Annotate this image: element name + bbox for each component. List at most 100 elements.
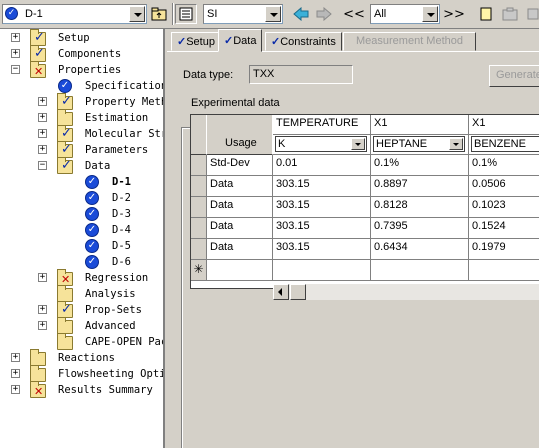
data-cell[interactable]: 0.7395 <box>371 218 469 239</box>
tree-item-cape-open[interactable]: CAPE-OPEN Packages <box>0 333 163 350</box>
nav-prev-button[interactable]: << <box>343 4 365 24</box>
tab-data[interactable]: ✓Data <box>218 29 263 52</box>
data-cell[interactable]: 0.1979 <box>469 239 539 260</box>
chevron-down-icon[interactable] <box>449 138 463 150</box>
tree-item-property-methods[interactable]: + ✓ Property Methods <box>0 93 163 110</box>
expand-icon[interactable]: + <box>11 49 20 58</box>
folder-up-icon[interactable] <box>148 4 170 24</box>
tree-item-d3[interactable]: ✓ D-3 <box>0 206 163 222</box>
tree-item-prop-sets[interactable]: + ✓ Prop-Sets <box>0 301 163 318</box>
component-select[interactable]: HEPTANE <box>373 136 465 152</box>
tree-item-specifications[interactable]: ✓ Specifications <box>0 78 163 94</box>
tree-item-d2[interactable]: ✓ D-2 <box>0 190 163 206</box>
tree-item-d4[interactable]: ✓ D-4 <box>0 222 163 238</box>
horizontal-scrollbar[interactable] <box>273 284 539 300</box>
expand-icon[interactable]: + <box>11 385 20 394</box>
tree-item-reactions[interactable]: + Reactions <box>0 349 163 366</box>
tree-item-d1[interactable]: ✓ D-1 <box>0 174 163 190</box>
tree-item-d6[interactable]: ✓ D-6 <box>0 254 163 270</box>
data-cell[interactable]: 0.1524 <box>469 218 539 239</box>
data-cell[interactable]: 0.8128 <box>371 197 469 218</box>
tree-item-estimation[interactable]: + Estimation <box>0 109 163 126</box>
expand-icon[interactable]: + <box>38 113 47 122</box>
data-cell[interactable]: 0.6434 <box>371 239 469 260</box>
expand-icon[interactable]: + <box>38 129 47 138</box>
usage-cell[interactable]: Data <box>207 197 273 218</box>
expand-icon[interactable]: + <box>11 369 20 378</box>
row-selector[interactable] <box>191 176 207 197</box>
expand-icon[interactable]: + <box>38 145 47 154</box>
data-cell[interactable]: 0.1% <box>469 155 539 176</box>
chevron-down-icon[interactable] <box>422 6 438 22</box>
folder-check-icon: ✓ <box>30 29 46 46</box>
data-cell[interactable]: 0.8897 <box>371 176 469 197</box>
tree-item-advanced[interactable]: + Advanced <box>0 317 163 334</box>
tree-item-label: Data <box>85 160 111 172</box>
list-view-icon[interactable] <box>175 4 197 24</box>
usage-cell[interactable]: Std-Dev <box>207 155 273 176</box>
expand-icon[interactable]: + <box>38 321 47 330</box>
data-cell[interactable]: 0.0506 <box>469 176 539 197</box>
units-combo[interactable]: SI <box>203 4 283 24</box>
scroll-thumb[interactable] <box>290 284 306 300</box>
tree-item-flowsheeting-options[interactable]: + Flowsheeting Options <box>0 365 163 382</box>
new-row-icon[interactable]: ✳ <box>191 260 207 281</box>
data-cell[interactable]: 303.15 <box>273 239 371 260</box>
experimental-data-grid[interactable]: Usage TEMPERATURE X1 X1 K HEPTANE BENZEN… <box>190 114 539 289</box>
usage-cell[interactable]: Data <box>207 176 273 197</box>
item-combo[interactable]: ✓ D-1 <box>2 4 147 24</box>
nav-next-button[interactable]: >> <box>443 4 465 24</box>
expand-icon[interactable]: + <box>11 353 20 362</box>
tree-item-molecular-structure[interactable]: + ✓ Molecular Structure <box>0 125 163 142</box>
back-arrow-icon[interactable] <box>290 4 312 24</box>
data-cell[interactable] <box>273 260 371 281</box>
data-cell[interactable]: 303.15 <box>273 197 371 218</box>
component-select[interactable]: BENZENE <box>471 136 539 152</box>
row-selector[interactable] <box>191 218 207 239</box>
filter-combo[interactable]: All <box>370 4 440 24</box>
tree-item-analysis[interactable]: Analysis <box>0 285 163 302</box>
data-cell[interactable] <box>371 260 469 281</box>
usage-cell[interactable] <box>207 260 273 281</box>
tool-icon <box>499 4 521 24</box>
collapse-icon[interactable]: − <box>11 65 20 74</box>
row-selector[interactable] <box>191 239 207 260</box>
data-cell[interactable]: 0.01 <box>273 155 371 176</box>
row-selector[interactable] <box>191 155 207 176</box>
tab-constraints[interactable]: ✓Constraints <box>265 32 342 51</box>
data-cell[interactable]: 0.1% <box>371 155 469 176</box>
folder-check-icon: ✓ <box>57 125 73 142</box>
tree-item-setup[interactable]: + ✓ Setup <box>0 29 163 46</box>
chevron-down-icon[interactable] <box>351 138 365 150</box>
row-selector[interactable] <box>191 197 207 218</box>
tree-item-data[interactable]: − ✓ Data <box>0 157 163 174</box>
tree-item-properties[interactable]: − ✕ Properties <box>0 61 163 78</box>
folder-check-icon: ✓ <box>57 93 73 110</box>
tree-item-parameters[interactable]: + ✓ Parameters <box>0 141 163 158</box>
navigation-tree[interactable]: + ✓ Setup + ✓ Components − ✕ Properties … <box>0 29 165 448</box>
tree-item-regression[interactable]: + ✕ Regression <box>0 269 163 286</box>
unit-cell: K <box>273 135 371 155</box>
unit-select[interactable]: K <box>275 136 367 152</box>
usage-cell[interactable]: Data <box>207 239 273 260</box>
tab-setup[interactable]: ✓Setup <box>171 32 221 51</box>
forward-arrow-icon <box>313 4 335 24</box>
expand-icon[interactable]: + <box>38 305 47 314</box>
usage-cell[interactable]: Data <box>207 218 273 239</box>
data-cell[interactable]: 303.15 <box>273 176 371 197</box>
folder-icon <box>57 109 73 126</box>
chevron-down-icon[interactable] <box>265 6 281 22</box>
data-cell[interactable]: 303.15 <box>273 218 371 239</box>
tree-item-d5[interactable]: ✓ D-5 <box>0 238 163 254</box>
scroll-left-icon[interactable] <box>273 284 289 300</box>
tree-item-results-summary[interactable]: + ✕ Results Summary <box>0 381 163 398</box>
tree-item-components[interactable]: + ✓ Components <box>0 45 163 62</box>
data-cell[interactable]: 0.1023 <box>469 197 539 218</box>
data-cell[interactable] <box>469 260 539 281</box>
chevron-down-icon[interactable] <box>129 6 145 22</box>
expand-icon[interactable]: + <box>11 33 20 42</box>
expand-icon[interactable]: + <box>38 273 47 282</box>
collapse-icon[interactable]: − <box>38 161 47 170</box>
expand-icon[interactable]: + <box>38 97 47 106</box>
note-icon[interactable] <box>475 4 497 24</box>
